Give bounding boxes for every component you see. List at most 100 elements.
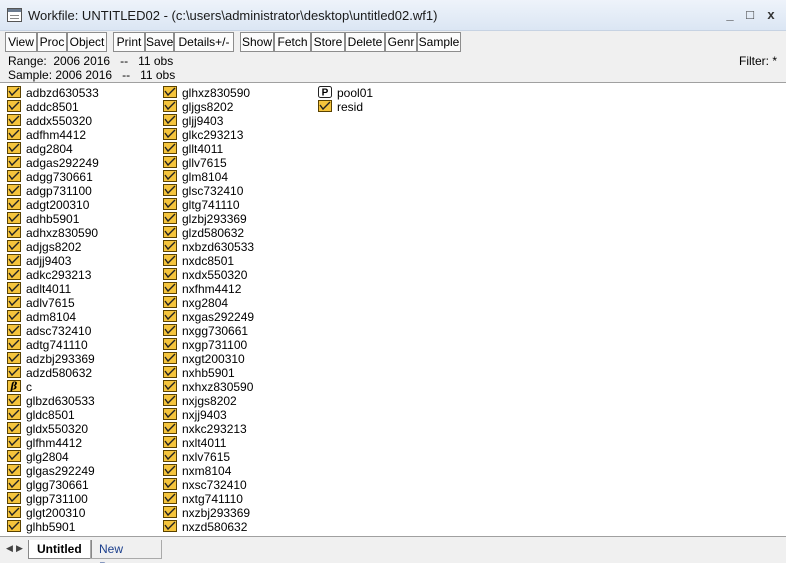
- object-item[interactable]: adjgs8202: [7, 240, 99, 254]
- object-item[interactable]: adg2804: [7, 142, 99, 156]
- object-item[interactable]: glsc732410: [163, 184, 254, 198]
- object-item[interactable]: adhxz830590: [7, 226, 99, 240]
- object-name: adjgs8202: [26, 240, 82, 254]
- delete-button[interactable]: Delete: [345, 32, 385, 52]
- object-item[interactable]: gldx550320: [7, 422, 99, 436]
- object-item[interactable]: nxlt4011: [163, 436, 254, 450]
- object-item[interactable]: gljj9403: [163, 114, 254, 128]
- object-item[interactable]: nxbzd630533: [163, 240, 254, 254]
- object-item[interactable]: glg2804: [7, 450, 99, 464]
- object-item[interactable]: adsc732410: [7, 324, 99, 338]
- object-button[interactable]: Object: [67, 32, 107, 52]
- object-item[interactable]: nxm8104: [163, 464, 254, 478]
- object-item[interactable]: resid: [318, 100, 373, 114]
- object-item[interactable]: addx550320: [7, 114, 99, 128]
- object-item[interactable]: adgas292249: [7, 156, 99, 170]
- object-item[interactable]: adzd580632: [7, 366, 99, 380]
- triangle-right-icon[interactable]: ▶: [16, 543, 23, 554]
- show-button[interactable]: Show: [240, 32, 274, 52]
- object-item[interactable]: glgp731100: [7, 492, 99, 506]
- object-item[interactable]: adhb5901: [7, 212, 99, 226]
- object-item[interactable]: nxjj9403: [163, 408, 254, 422]
- view-button[interactable]: View: [5, 32, 37, 52]
- series-icon: [7, 352, 21, 364]
- series-icon: [163, 184, 177, 196]
- object-item[interactable]: adgt200310: [7, 198, 99, 212]
- object-item[interactable]: gllt4011: [163, 142, 254, 156]
- object-name: glzbj293369: [182, 212, 247, 226]
- object-item[interactable]: nxdc8501: [163, 254, 254, 268]
- object-name: nxgg730661: [182, 324, 249, 338]
- print-button[interactable]: Print: [113, 32, 145, 52]
- object-item[interactable]: adgp731100: [7, 184, 99, 198]
- object-item[interactable]: nxkc293213: [163, 422, 254, 436]
- maximize-icon[interactable]: □: [741, 6, 759, 24]
- object-item[interactable]: nxtg741110: [163, 492, 254, 506]
- proc-button[interactable]: Proc: [37, 32, 67, 52]
- object-item[interactable]: nxlv7615: [163, 450, 254, 464]
- object-name: nxgas292249: [182, 310, 255, 324]
- object-item[interactable]: adfhm4412: [7, 128, 99, 142]
- object-item[interactable]: nxhb5901: [163, 366, 254, 380]
- object-item[interactable]: gltg741110: [163, 198, 254, 212]
- close-icon[interactable]: x: [762, 6, 780, 24]
- object-item[interactable]: nxfhm4412: [163, 282, 254, 296]
- object-item[interactable]: nxg2804: [163, 296, 254, 310]
- object-item[interactable]: glgt200310: [7, 506, 99, 520]
- workfile-icon[interactable]: [7, 8, 22, 22]
- object-item[interactable]: nxdx550320: [163, 268, 254, 282]
- object-item[interactable]: glhb5901: [7, 520, 99, 534]
- object-name: gltg741110: [182, 198, 240, 212]
- object-item[interactable]: glgg730661: [7, 478, 99, 492]
- object-item[interactable]: adtg741110: [7, 338, 99, 352]
- object-item[interactable]: nxhxz830590: [163, 380, 254, 394]
- object-item[interactable]: nxjgs8202: [163, 394, 254, 408]
- object-item[interactable]: nxsc732410: [163, 478, 254, 492]
- object-item[interactable]: adm8104: [7, 310, 99, 324]
- tab-new-page[interactable]: New Page: [90, 540, 162, 563]
- object-item[interactable]: nxgg730661: [163, 324, 254, 338]
- object-name: pool01: [337, 86, 374, 100]
- object-item[interactable]: glzd580632: [163, 226, 254, 240]
- object-item[interactable]: glkc293213: [163, 128, 254, 142]
- object-item[interactable]: glfhm4412: [7, 436, 99, 450]
- object-item[interactable]: glm8104: [163, 170, 254, 184]
- object-item[interactable]: gllv7615: [163, 156, 254, 170]
- object-name: adgp731100: [26, 184, 92, 198]
- object-item[interactable]: glbzd630533: [7, 394, 99, 408]
- fetch-button[interactable]: Fetch: [274, 32, 311, 52]
- object-item[interactable]: adjj9403: [7, 254, 99, 268]
- object-item[interactable]: nxgas292249: [163, 310, 254, 324]
- save-button[interactable]: Save: [145, 32, 174, 52]
- object-item[interactable]: nxzbj293369: [163, 506, 254, 520]
- object-item[interactable]: adbzd630533: [7, 86, 99, 100]
- sample-text[interactable]: Sample: 2006 2016 -- 11 obs: [8, 68, 175, 82]
- object-item[interactable]: glgas292249: [7, 464, 99, 478]
- sample-button[interactable]: Sample: [417, 32, 461, 52]
- triangle-left-icon[interactable]: ◀: [6, 543, 13, 554]
- object-item[interactable]: nxzd580632: [163, 520, 254, 534]
- object-item[interactable]: nxgt200310: [163, 352, 254, 366]
- workfile-toolbar: View Proc Object Print Save Details+/- S…: [0, 31, 786, 52]
- object-item[interactable]: adlv7615: [7, 296, 99, 310]
- filter-text[interactable]: Filter: *: [739, 54, 777, 68]
- object-item[interactable]: Ppool01: [318, 86, 373, 100]
- object-item[interactable]: adzbj293369: [7, 352, 99, 366]
- genr-button[interactable]: Genr: [385, 32, 417, 52]
- object-item[interactable]: βc: [7, 380, 99, 394]
- object-item[interactable]: nxgp731100: [163, 338, 254, 352]
- minimize-icon[interactable]: _: [721, 6, 739, 24]
- object-item[interactable]: gljgs8202: [163, 100, 254, 114]
- tab-untitled[interactable]: Untitled: [28, 540, 92, 559]
- object-item[interactable]: glhxz830590: [163, 86, 254, 100]
- object-item[interactable]: adlt4011: [7, 282, 99, 296]
- object-item[interactable]: adkc293213: [7, 268, 99, 282]
- object-item[interactable]: addc8501: [7, 100, 99, 114]
- object-item[interactable]: gldc8501: [7, 408, 99, 422]
- series-icon: [7, 478, 21, 490]
- details-toggle-button[interactable]: Details+/-: [174, 32, 234, 52]
- range-text[interactable]: Range: 2006 2016 -- 11 obs: [8, 54, 173, 68]
- store-button[interactable]: Store: [311, 32, 345, 52]
- object-item[interactable]: adgg730661: [7, 170, 99, 184]
- object-item[interactable]: glzbj293369: [163, 212, 254, 226]
